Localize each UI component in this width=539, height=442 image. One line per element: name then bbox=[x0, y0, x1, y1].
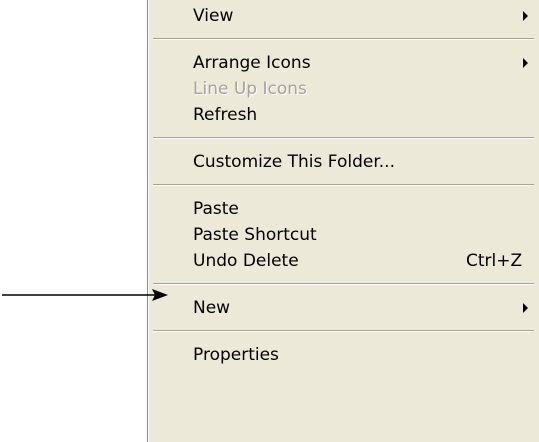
menu-item-label: Paste Shortcut bbox=[193, 225, 317, 245]
context-menu: View Arrange Icons Line Up Icons Refresh… bbox=[147, 0, 539, 442]
menu-item-paste-shortcut[interactable]: Paste Shortcut bbox=[151, 222, 536, 248]
menu-item-arrange-icons[interactable]: Arrange Icons bbox=[151, 50, 536, 76]
menu-item-label: Properties bbox=[193, 345, 279, 365]
menu-item-label: Undo Delete bbox=[193, 251, 299, 271]
menu-separator bbox=[153, 330, 534, 332]
menu-item-refresh[interactable]: Refresh bbox=[151, 102, 536, 128]
menu-item-label: View bbox=[193, 6, 234, 26]
submenu-arrow-icon bbox=[523, 11, 528, 21]
menu-separator bbox=[153, 38, 534, 40]
menu-separator bbox=[153, 137, 534, 139]
submenu-arrow-icon bbox=[523, 58, 528, 68]
menu-item-label: Refresh bbox=[193, 105, 258, 125]
menu-item-properties[interactable]: Properties bbox=[151, 342, 536, 368]
menu-item-new[interactable]: New bbox=[151, 295, 536, 321]
menu-separator bbox=[153, 283, 534, 285]
menu-item-customize-folder[interactable]: Customize This Folder... bbox=[151, 149, 536, 175]
menu-item-undo-delete[interactable]: Undo Delete Ctrl+Z bbox=[151, 248, 536, 274]
menu-item-view[interactable]: View bbox=[151, 3, 536, 29]
menu-item-shortcut: Ctrl+Z bbox=[466, 251, 523, 271]
menu-item-label: New bbox=[193, 298, 231, 318]
menu-item-label: Customize This Folder... bbox=[193, 152, 395, 172]
menu-item-line-up-icons: Line Up Icons bbox=[151, 76, 536, 102]
menu-item-label: Line Up Icons bbox=[193, 79, 307, 99]
submenu-arrow-icon bbox=[523, 303, 528, 313]
arrow-right-icon bbox=[2, 289, 168, 301]
menu-item-label: Paste bbox=[193, 199, 239, 219]
menu-separator bbox=[153, 184, 534, 186]
menu-item-paste[interactable]: Paste bbox=[151, 196, 536, 222]
menu-item-label: Arrange Icons bbox=[193, 53, 311, 73]
